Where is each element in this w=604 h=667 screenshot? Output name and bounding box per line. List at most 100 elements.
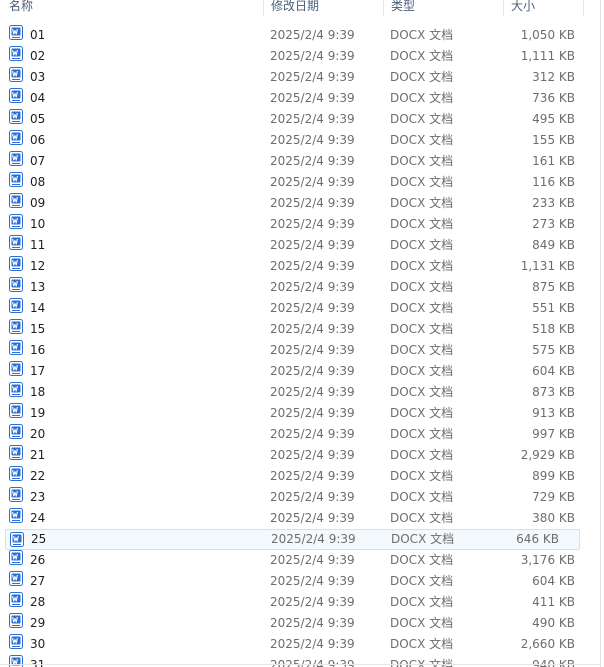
file-name: 02 [30, 49, 46, 63]
file-row[interactable]: 30 2025/2/4 9:39 DOCX 文档 2,660 KB [0, 634, 600, 655]
file-size: 575 KB [532, 343, 575, 357]
word-document-icon [9, 193, 23, 208]
file-size: 116 KB [532, 175, 575, 189]
file-name: 30 [30, 637, 46, 651]
file-row[interactable]: 11 2025/2/4 9:39 DOCX 文档 849 KB [0, 235, 600, 256]
file-type: DOCX 文档 [390, 616, 454, 630]
file-size: 551 KB [532, 301, 575, 315]
file-modified-date: 2025/2/4 9:39 [270, 469, 355, 483]
file-name: 09 [30, 196, 46, 210]
word-document-icon [9, 298, 23, 313]
file-name: 01 [30, 28, 46, 42]
file-row[interactable]: 23 2025/2/4 9:39 DOCX 文档 729 KB [0, 487, 600, 508]
file-row[interactable]: 13 2025/2/4 9:39 DOCX 文档 875 KB [0, 277, 600, 298]
file-row[interactable]: 22 2025/2/4 9:39 DOCX 文档 899 KB [0, 466, 600, 487]
file-type: DOCX 文档 [390, 343, 454, 357]
word-document-icon [9, 466, 23, 481]
word-document-icon [9, 277, 23, 292]
file-row[interactable]: 14 2025/2/4 9:39 DOCX 文档 551 KB [0, 298, 600, 319]
file-size: 646 KB [516, 532, 559, 546]
file-row[interactable]: 21 2025/2/4 9:39 DOCX 文档 2,929 KB [0, 445, 600, 466]
file-row[interactable]: 03 2025/2/4 9:39 DOCX 文档 312 KB [0, 67, 600, 88]
file-type: DOCX 文档 [390, 574, 454, 588]
file-row[interactable]: 18 2025/2/4 9:39 DOCX 文档 873 KB [0, 382, 600, 403]
file-modified-date: 2025/2/4 9:39 [270, 322, 355, 336]
file-size: 495 KB [532, 112, 575, 126]
file-row[interactable]: 16 2025/2/4 9:39 DOCX 文档 575 KB [0, 340, 600, 361]
file-size: 1,111 KB [520, 49, 575, 63]
file-row[interactable]: 19 2025/2/4 9:39 DOCX 文档 913 KB [0, 403, 600, 424]
file-row[interactable]: 04 2025/2/4 9:39 DOCX 文档 736 KB [0, 88, 600, 109]
file-row[interactable]: 15 2025/2/4 9:39 DOCX 文档 518 KB [0, 319, 600, 340]
file-type: DOCX 文档 [391, 532, 455, 546]
file-type: DOCX 文档 [390, 658, 454, 667]
file-name: 10 [30, 217, 46, 231]
file-type: DOCX 文档 [390, 280, 454, 294]
file-row[interactable]: 10 2025/2/4 9:39 DOCX 文档 273 KB [0, 214, 600, 235]
file-row[interactable]: 29 2025/2/4 9:39 DOCX 文档 490 KB [0, 613, 600, 634]
file-row[interactable]: 12 2025/2/4 9:39 DOCX 文档 1,131 KB [0, 256, 600, 277]
file-row[interactable]: 05 2025/2/4 9:39 DOCX 文档 495 KB [0, 109, 600, 130]
file-row[interactable]: 08 2025/2/4 9:39 DOCX 文档 116 KB [0, 172, 600, 193]
file-modified-date: 2025/2/4 9:39 [270, 217, 355, 231]
file-row[interactable]: 02 2025/2/4 9:39 DOCX 文档 1,111 KB [0, 46, 600, 67]
file-name: 23 [30, 490, 46, 504]
file-name: 17 [30, 364, 46, 378]
file-row[interactable]: 06 2025/2/4 9:39 DOCX 文档 155 KB [0, 130, 600, 151]
word-document-icon [10, 532, 24, 547]
column-header-type[interactable]: 类型 [384, 0, 504, 16]
file-size: 913 KB [532, 406, 575, 420]
file-name: 31 [30, 658, 46, 667]
word-document-icon [9, 424, 23, 439]
column-header-size[interactable]: 大小 [504, 0, 584, 16]
file-row[interactable]: 07 2025/2/4 9:39 DOCX 文档 161 KB [0, 151, 600, 172]
file-modified-date: 2025/2/4 9:39 [270, 112, 355, 126]
file-type: DOCX 文档 [390, 406, 454, 420]
file-modified-date: 2025/2/4 9:39 [270, 133, 355, 147]
file-type: DOCX 文档 [390, 28, 454, 42]
word-document-icon [9, 382, 23, 397]
file-modified-date: 2025/2/4 9:39 [270, 175, 355, 189]
file-type: DOCX 文档 [390, 91, 454, 105]
file-name: 08 [30, 175, 46, 189]
file-row[interactable]: 01 2025/2/4 9:39 DOCX 文档 1,050 KB [0, 25, 600, 46]
column-header-date[interactable]: 修改日期 [264, 0, 384, 16]
file-modified-date: 2025/2/4 9:39 [270, 70, 355, 84]
word-document-icon [9, 340, 23, 355]
file-name: 11 [30, 238, 46, 252]
file-rows: 01 2025/2/4 9:39 DOCX 文档 1,050 KB 02 2025/2/4… [0, 25, 600, 667]
file-modified-date: 2025/2/4 9:39 [270, 616, 355, 630]
file-modified-date: 2025/2/4 9:39 [270, 574, 355, 588]
file-name: 26 [30, 553, 46, 567]
file-modified-date: 2025/2/4 9:39 [270, 553, 355, 567]
file-size: 604 KB [532, 364, 575, 378]
word-document-icon [9, 508, 23, 523]
file-name: 15 [30, 322, 46, 336]
file-modified-date: 2025/2/4 9:39 [270, 196, 355, 210]
file-type: DOCX 文档 [390, 238, 454, 252]
file-row[interactable]: 27 2025/2/4 9:39 DOCX 文档 604 KB [0, 571, 600, 592]
file-type: DOCX 文档 [390, 448, 454, 462]
column-header-name[interactable]: 名称 [0, 0, 264, 16]
file-size: 736 KB [532, 91, 575, 105]
file-row[interactable]: 28 2025/2/4 9:39 DOCX 文档 411 KB [0, 592, 600, 613]
file-name: 05 [30, 112, 46, 126]
file-modified-date: 2025/2/4 9:39 [270, 658, 355, 667]
file-name: 04 [30, 91, 46, 105]
file-row[interactable]: 20 2025/2/4 9:39 DOCX 文档 997 KB [0, 424, 600, 445]
file-size: 2,660 KB [520, 637, 575, 651]
file-size: 380 KB [532, 511, 575, 525]
file-row-selected[interactable]: 25 2025/2/4 9:39 DOCX 文档 646 KB [5, 529, 580, 550]
file-size: 875 KB [532, 280, 575, 294]
file-name: 03 [30, 70, 46, 84]
file-name: 24 [30, 511, 46, 525]
file-row[interactable]: 09 2025/2/4 9:39 DOCX 文档 233 KB [0, 193, 600, 214]
file-row[interactable]: 26 2025/2/4 9:39 DOCX 文档 3,176 KB [0, 550, 600, 571]
file-modified-date: 2025/2/4 9:39 [270, 154, 355, 168]
file-row[interactable]: 24 2025/2/4 9:39 DOCX 文档 380 KB [0, 508, 600, 529]
word-document-icon [9, 172, 23, 187]
file-size: 849 KB [532, 238, 575, 252]
word-document-icon [9, 592, 23, 607]
file-row[interactable]: 31 2025/2/4 9:39 DOCX 文档 940 KB [0, 655, 600, 667]
file-row[interactable]: 17 2025/2/4 9:39 DOCX 文档 604 KB [0, 361, 600, 382]
